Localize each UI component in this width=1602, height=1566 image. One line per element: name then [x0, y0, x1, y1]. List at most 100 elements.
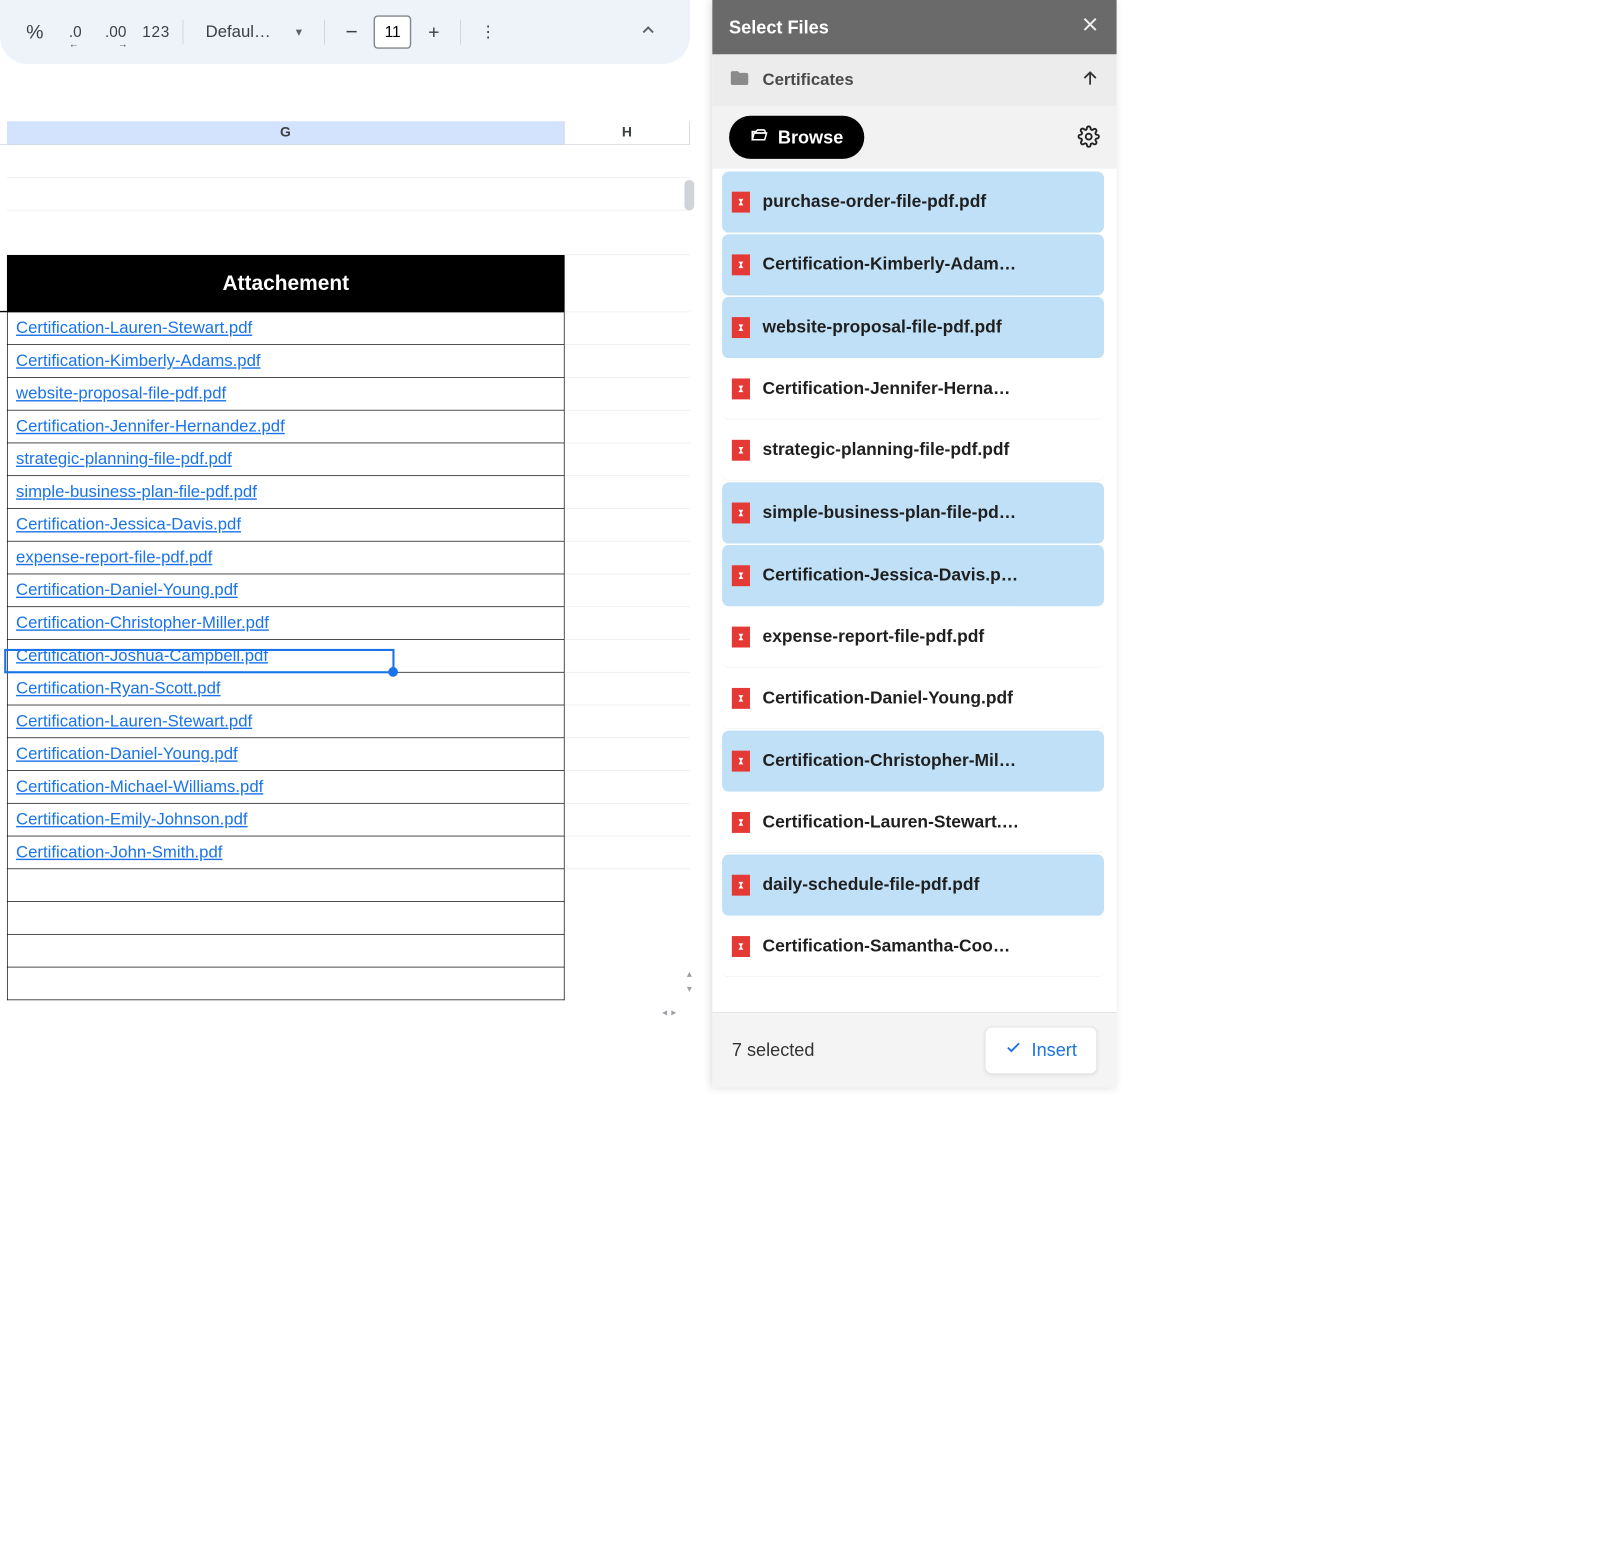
cell[interactable] [565, 476, 690, 509]
cell[interactable] [565, 673, 690, 706]
column-header-h[interactable]: H [565, 121, 690, 144]
cell[interactable] [565, 869, 690, 902]
attachment-cell[interactable]: Certification-Kimberly-Adams.pdf [7, 345, 565, 378]
attachment-cell[interactable]: Certification-Lauren-Stewart.pdf [7, 705, 565, 738]
attachment-link[interactable]: Certification-Michael-Williams.pdf [16, 777, 263, 797]
file-item[interactable]: Certification-Samantha-Coo… [722, 916, 1104, 977]
attachment-link[interactable]: simple-business-plan-file-pdf.pdf [16, 482, 257, 502]
cell[interactable] [565, 705, 690, 738]
cell[interactable] [565, 804, 690, 837]
attachment-cell[interactable]: Certification-Jennifer-Hernandez.pdf [7, 411, 565, 444]
scrollbar-thumb[interactable] [684, 180, 694, 211]
cell[interactable] [565, 935, 690, 968]
file-item[interactable]: simple-business-plan-file-pd… [722, 482, 1104, 543]
file-item[interactable]: Certification-Jennifer-Herna… [722, 358, 1104, 419]
attachment-link[interactable]: expense-report-file-pdf.pdf [16, 548, 212, 568]
cell[interactable] [565, 255, 690, 312]
cell[interactable] [565, 902, 690, 935]
cell[interactable] [7, 145, 565, 178]
attachment-link[interactable]: Certification-Emily-Johnson.pdf [16, 810, 248, 830]
attachment-cell[interactable]: Certification-Ryan-Scott.pdf [7, 673, 565, 706]
file-item[interactable]: Certification-Christopher-Mil… [722, 730, 1104, 791]
attachment-link[interactable]: Certification-Lauren-Stewart.pdf [16, 712, 252, 732]
file-item[interactable]: Certification-Jessica-Davis.p… [722, 545, 1104, 606]
file-item[interactable]: strategic-planning-file-pdf.pdf [722, 420, 1104, 481]
attachment-link[interactable]: Certification-Joshua-Campbell.pdf [16, 646, 268, 666]
cell[interactable] [565, 378, 690, 411]
cell[interactable] [565, 145, 690, 178]
grid[interactable]: Attachement Certification-Lauren-Stewart… [0, 145, 690, 1000]
collapse-toolbar-button[interactable] [631, 15, 664, 48]
attachment-cell[interactable]: simple-business-plan-file-pdf.pdf [7, 476, 565, 509]
cell[interactable] [565, 607, 690, 640]
attachment-cell[interactable]: Certification-Daniel-Young.pdf [7, 738, 565, 771]
attachment-cell[interactable]: Certification-Jessica-Davis.pdf [7, 509, 565, 542]
cell-active[interactable] [7, 869, 565, 902]
attachment-cell[interactable]: Certification-Christopher-Miller.pdf [7, 607, 565, 640]
attachment-cell[interactable]: Certification-Michael-Williams.pdf [7, 771, 565, 804]
file-list[interactable]: purchase-order-file-pdf.pdfCertification… [712, 169, 1116, 1012]
browse-button[interactable]: Browse [729, 116, 864, 159]
attachment-cell[interactable]: Certification-Emily-Johnson.pdf [7, 804, 565, 837]
cell[interactable] [565, 345, 690, 378]
attachment-link[interactable]: Certification-John-Smith.pdf [16, 843, 222, 863]
attachment-cell[interactable]: expense-report-file-pdf.pdf [7, 542, 565, 575]
close-button[interactable] [1080, 15, 1100, 40]
attachment-link[interactable]: Certification-Jessica-Davis.pdf [16, 515, 241, 535]
cell[interactable] [565, 312, 690, 345]
increase-font-button[interactable]: + [417, 15, 450, 48]
cell[interactable] [7, 902, 565, 935]
file-item[interactable]: website-proposal-file-pdf.pdf [722, 297, 1104, 358]
file-item[interactable]: expense-report-file-pdf.pdf [722, 606, 1104, 667]
table-header-attachment[interactable]: Attachement [7, 255, 565, 312]
column-header-gutter[interactable] [0, 121, 7, 144]
cell[interactable] [565, 542, 690, 575]
column-header-g[interactable]: G [7, 121, 565, 144]
attachment-link[interactable]: strategic-planning-file-pdf.pdf [16, 450, 232, 470]
attachment-cell[interactable]: strategic-planning-file-pdf.pdf [7, 443, 565, 476]
file-item[interactable]: Certification-Lauren-Stewart.… [722, 792, 1104, 853]
attachment-link[interactable]: Certification-Ryan-Scott.pdf [16, 679, 221, 699]
cell[interactable] [565, 210, 690, 255]
insert-button[interactable]: Insert [985, 1026, 1097, 1073]
percent-format-button[interactable]: % [18, 15, 51, 48]
attachment-link[interactable]: Certification-Kimberly-Adams.pdf [16, 351, 260, 371]
attachment-cell[interactable]: Certification-Lauren-Stewart.pdf [7, 312, 565, 345]
font-family-select[interactable]: Defaul… ▾ [193, 14, 315, 50]
attachment-link[interactable]: website-proposal-file-pdf.pdf [16, 384, 226, 404]
cell[interactable] [565, 443, 690, 476]
file-item[interactable]: Certification-Kimberly-Adam… [722, 234, 1104, 295]
attachment-cell[interactable]: Certification-Daniel-Young.pdf [7, 574, 565, 607]
decrease-font-button[interactable]: − [335, 15, 368, 48]
attachment-link[interactable]: Certification-Christopher-Miller.pdf [16, 613, 269, 633]
cell[interactable] [565, 574, 690, 607]
attachment-link[interactable]: Certification-Lauren-Stewart.pdf [16, 319, 252, 339]
settings-button[interactable] [1078, 125, 1100, 149]
more-toolbar-button[interactable]: ⋮ [471, 15, 504, 48]
cell[interactable] [565, 640, 690, 673]
cell[interactable] [565, 836, 690, 869]
folder-name[interactable]: Certificates [763, 70, 854, 90]
scroll-horizontal-arrows[interactable]: ◂▸ [662, 1006, 676, 1018]
decrease-decimal-button[interactable]: .0 ← [59, 15, 92, 48]
increase-decimal-button[interactable]: .00 → [99, 15, 132, 48]
cell[interactable] [565, 967, 690, 1000]
attachment-link[interactable]: Certification-Daniel-Young.pdf [16, 581, 238, 601]
file-item[interactable]: daily-schedule-file-pdf.pdf [722, 855, 1104, 916]
attachment-cell[interactable]: website-proposal-file-pdf.pdf [7, 378, 565, 411]
attachment-cell[interactable]: Certification-Joshua-Campbell.pdf [7, 640, 565, 673]
go-up-button[interactable] [1080, 68, 1100, 92]
attachment-link[interactable]: Certification-Daniel-Young.pdf [16, 744, 238, 764]
attachment-link[interactable]: Certification-Jennifer-Hernandez.pdf [16, 417, 285, 437]
cell[interactable] [7, 210, 565, 255]
file-item[interactable]: purchase-order-file-pdf.pdf [722, 171, 1104, 232]
cell[interactable] [7, 178, 565, 211]
cell[interactable] [565, 771, 690, 804]
more-formats-button[interactable]: 123 [139, 15, 172, 48]
cell[interactable] [565, 178, 690, 211]
cell[interactable] [7, 935, 565, 968]
cell[interactable] [565, 509, 690, 542]
cell[interactable] [565, 738, 690, 771]
file-item[interactable]: Certification-Daniel-Young.pdf [722, 668, 1104, 729]
font-size-input[interactable] [374, 15, 412, 48]
